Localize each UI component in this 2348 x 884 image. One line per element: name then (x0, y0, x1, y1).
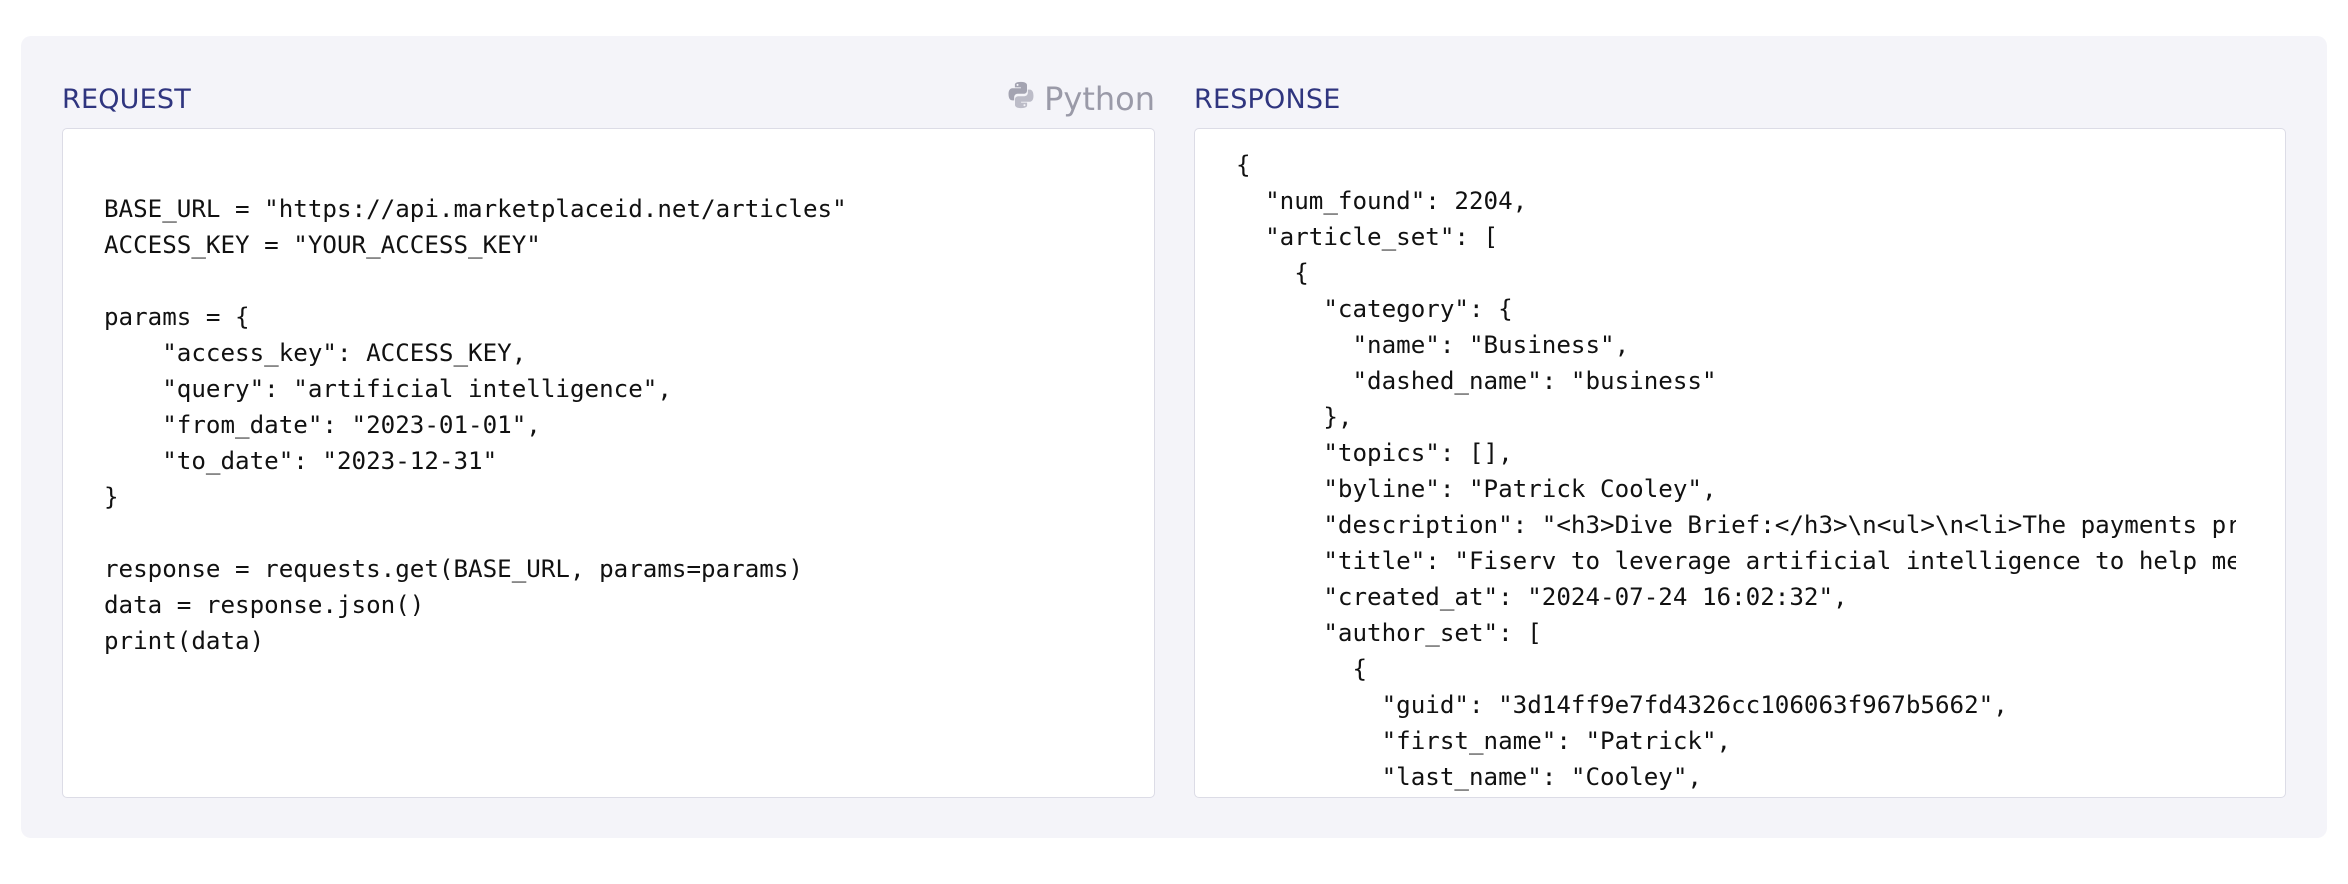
code-line: ACCESS_KEY = "YOUR_ACCESS_KEY" (104, 231, 541, 259)
code-line: "guid": "3d14ff9e7fd4326cc106063f967b566… (1236, 691, 2008, 719)
code-line: "to_date": "2023-12-31" (104, 447, 498, 475)
code-line: "category": { (1236, 295, 1513, 323)
code-line: "created_at": "2024-07-24 16:02:32", (1236, 583, 1848, 611)
response-code-block: { "num_found": 2204, "article_set": [ { … (1236, 147, 2236, 795)
code-line: "query": "artificial intelligence", (104, 375, 672, 403)
request-column: REQUEST Python BASE_URL = "https://api.m… (62, 36, 1155, 838)
request-header: REQUEST Python (62, 80, 1155, 124)
code-line: "last_name": "Cooley", (1236, 763, 1702, 791)
code-line: "byline": "Patrick Cooley", (1236, 475, 1717, 503)
request-code-panel: BASE_URL = "https://api.marketplaceid.ne… (62, 128, 1155, 798)
code-line: { (1236, 151, 1251, 179)
code-line: { (1236, 655, 1368, 683)
code-line: "topics": [], (1236, 439, 1513, 467)
code-line: response = requests.get(BASE_URL, params… (104, 555, 803, 583)
code-line: "from_date": "2023-01-01", (104, 411, 541, 439)
code-line: "name": "Business", (1236, 331, 1630, 359)
request-label: REQUEST (62, 84, 191, 115)
code-line: { (1236, 259, 1309, 287)
code-line: "num_found": 2204, (1236, 187, 1528, 215)
response-header: RESPONSE (1194, 80, 2286, 124)
code-line: "dashed_name": "business" (1236, 367, 1717, 395)
code-line: "first_name": "Patrick", (1236, 727, 1732, 755)
response-code-panel[interactable]: { "num_found": 2204, "article_set": [ { … (1194, 128, 2286, 798)
code-line: print(data) (104, 627, 265, 655)
code-line: "author_set": [ (1236, 619, 1542, 647)
python-icon (1006, 80, 1044, 118)
code-line: "title": "Fiserv to leverage artificial … (1236, 547, 2236, 575)
code-line: "description": "<h3>Dive Brief:</h3>\n<u… (1236, 511, 2236, 539)
code-line: BASE_URL = "https://api.marketplaceid.ne… (104, 195, 847, 223)
code-line: } (104, 483, 119, 511)
code-line: "article_set": [ (1236, 223, 1499, 251)
request-code-block: BASE_URL = "https://api.marketplaceid.ne… (104, 191, 847, 659)
language-label: Python (1044, 80, 1155, 118)
language-selector[interactable]: Python (1006, 80, 1155, 118)
response-column: RESPONSE { "num_found": 2204, "article_s… (1194, 36, 2286, 838)
code-line: data = response.json() (104, 591, 425, 619)
code-line: }, (1236, 403, 1353, 431)
response-label: RESPONSE (1194, 84, 1341, 115)
code-line: "access_key": ACCESS_KEY, (104, 339, 527, 367)
code-line: params = { (104, 303, 250, 331)
code-example-container: REQUEST Python BASE_URL = "https://api.m… (21, 36, 2327, 838)
